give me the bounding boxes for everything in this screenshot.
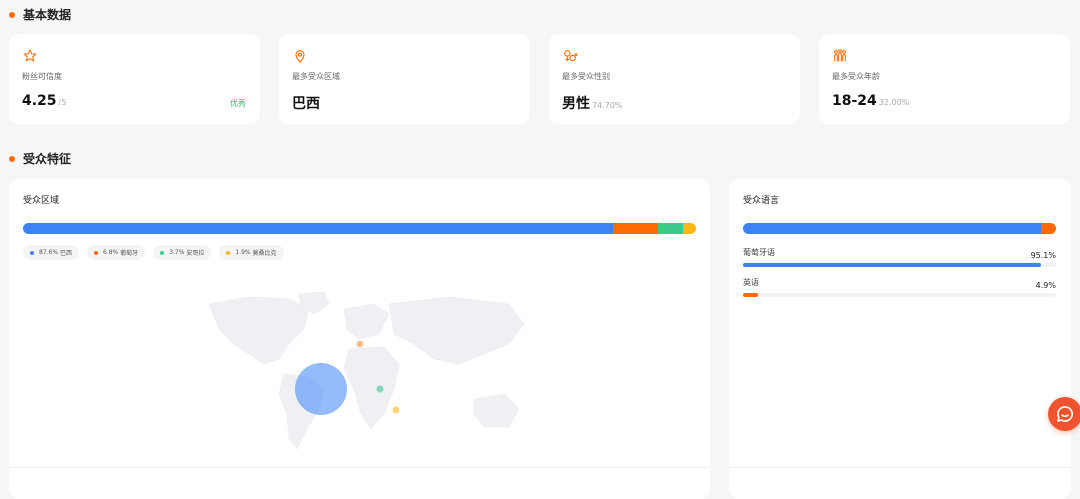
stat-card-region: 最多受众区域 巴西 xyxy=(279,34,530,124)
stat-value: 18-24 32.00% xyxy=(832,93,910,109)
legend-name: 葡萄牙 xyxy=(120,250,139,257)
stat-value: 巴西 xyxy=(292,96,320,112)
legend-pct: 87.6% xyxy=(39,249,59,256)
legend-item-angola[interactable]: 3.7% 安哥拉 xyxy=(153,245,212,260)
region-bar-segment[interactable] xyxy=(612,223,659,234)
audience-language-panel: 受众语言 葡萄牙语 95.1% 英语 4.9% xyxy=(729,179,1071,499)
section-dot xyxy=(9,155,15,162)
stat-card-credibility: 粉丝可信度 4.25/5 优秀 xyxy=(9,34,260,124)
map-bubble-portugal[interactable] xyxy=(356,340,364,348)
panel-title-region: 受众区域 xyxy=(23,196,60,206)
stat-card-age: 最多受众年龄 18-24 32.00% xyxy=(819,34,1070,124)
world-map-land xyxy=(208,291,525,450)
legend-item-mozambique[interactable]: 1.9% 莫桑比克 xyxy=(219,245,284,260)
legend-dot xyxy=(94,250,98,255)
stat-card-gender: 最多受众性别 男性 74.70% xyxy=(549,34,800,124)
region-bar-segment[interactable] xyxy=(658,223,684,234)
stat-label: 最多受众年龄 xyxy=(832,72,880,81)
legend-dot xyxy=(30,250,34,255)
language-name: 英语 xyxy=(743,278,759,287)
audience-region-panel: 受众区域 87.6% 巴西 6.8% 葡萄牙 3.7% 安哥拉 1.9% 莫桑比… xyxy=(9,179,710,499)
panel-divider xyxy=(9,467,710,468)
section-title-audience: 受众特征 xyxy=(9,150,71,167)
language-pct: 95.1% xyxy=(1030,251,1056,260)
legend-name: 安哥拉 xyxy=(186,250,205,257)
world-map xyxy=(208,291,525,450)
stat-label: 最多受众区域 xyxy=(292,72,340,81)
language-progress-fill xyxy=(743,293,759,297)
legend-item-brazil[interactable]: 87.6% 巴西 xyxy=(23,245,79,260)
legend-name: 莫桑比克 xyxy=(252,250,277,257)
panel-divider xyxy=(729,467,1071,468)
map-bubble-angola[interactable] xyxy=(376,385,384,393)
stat-sub: /5 xyxy=(58,98,67,107)
region-bar-segment[interactable] xyxy=(23,223,613,234)
legend-dot xyxy=(226,250,231,255)
language-progress-track xyxy=(743,263,1056,267)
legend-dot xyxy=(160,250,165,255)
section-title-basic-label: 基本数据 xyxy=(23,8,72,22)
legend-item-portugal[interactable]: 6.8% 葡萄牙 xyxy=(87,245,146,260)
region-bar-segment[interactable] xyxy=(683,223,696,234)
panel-title-language: 受众语言 xyxy=(743,196,780,206)
language-name: 葡萄牙语 xyxy=(743,248,775,257)
language-bar-segment[interactable] xyxy=(1040,223,1056,234)
location-pin-icon xyxy=(295,50,305,63)
people-group-icon xyxy=(834,49,846,62)
map-bubble-brazil[interactable] xyxy=(295,363,347,415)
chat-button[interactable] xyxy=(1048,397,1080,431)
legend-pct: 6.8% xyxy=(103,249,119,256)
stat-value: 4.25/5 xyxy=(22,93,67,109)
section-dot xyxy=(9,11,15,18)
map-bubble-mozambique[interactable] xyxy=(392,406,400,414)
chat-bubble-icon xyxy=(1057,406,1074,422)
stat-sub: 32.00% xyxy=(878,98,910,107)
section-title-basic: 基本数据 xyxy=(9,6,71,23)
legend-pct: 3.7% xyxy=(169,249,185,256)
legend-name: 巴西 xyxy=(59,250,72,257)
language-pct: 4.9% xyxy=(1035,281,1056,290)
region-stacked-bar xyxy=(23,223,696,234)
star-icon xyxy=(23,49,37,62)
section-title-audience-label: 受众特征 xyxy=(23,152,72,166)
language-progress-fill xyxy=(743,263,1041,267)
region-legend: 87.6% 巴西 6.8% 葡萄牙 3.7% 安哥拉 1.9% 莫桑比克 xyxy=(23,245,284,260)
legend-pct: 1.9% xyxy=(235,249,251,256)
language-progress-track xyxy=(743,293,1056,297)
language-bar-segment[interactable] xyxy=(743,223,1041,234)
stat-label: 粉丝可信度 xyxy=(22,72,62,81)
rating-badge: 优秀 xyxy=(230,99,246,108)
stat-value: 男性 74.70% xyxy=(562,96,623,112)
stat-sub: 74.70% xyxy=(592,101,623,110)
stat-label: 最多受众性别 xyxy=(562,72,610,81)
language-stacked-bar xyxy=(743,223,1056,234)
gender-icon xyxy=(564,50,578,62)
